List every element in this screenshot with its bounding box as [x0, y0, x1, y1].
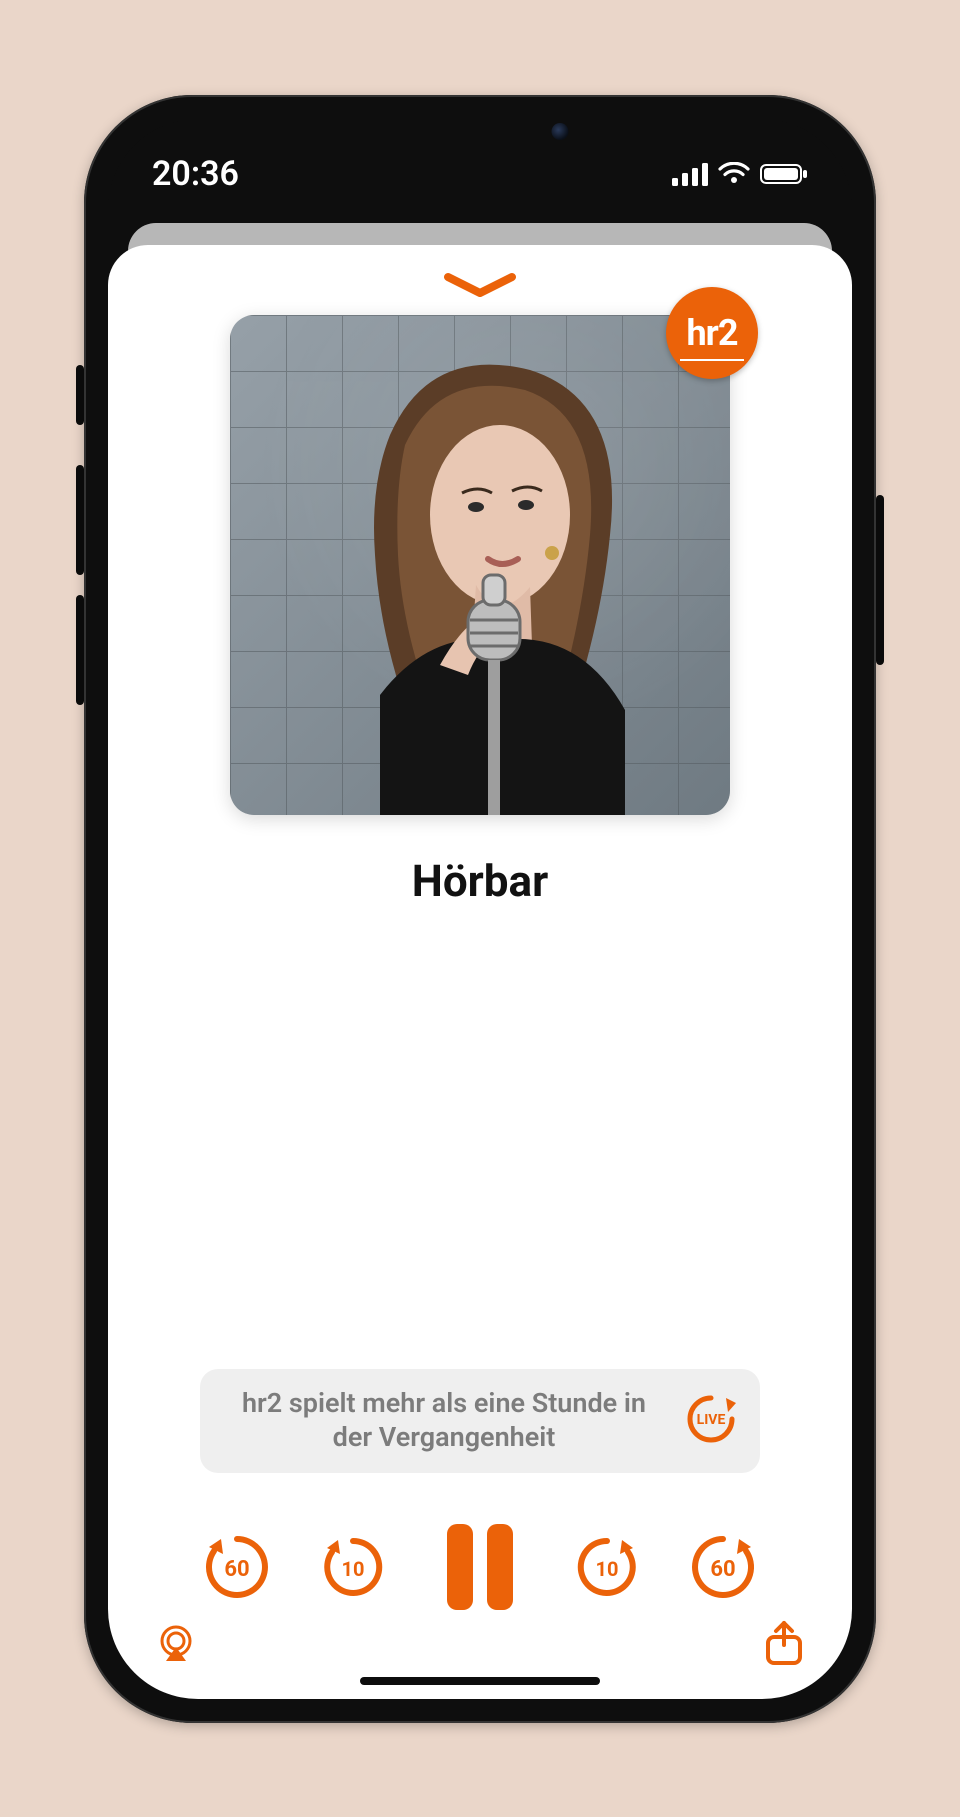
- jump-to-live-icon: LIVE: [682, 1390, 740, 1452]
- svg-text:60: 60: [224, 1557, 249, 1582]
- skip-forward-10-icon: 10: [571, 1531, 643, 1603]
- player-sheet: hr2 Hörbar hr2 spielt mehr als eine Stun…: [108, 245, 852, 1699]
- status-bar: 20:36: [108, 119, 852, 229]
- phone-chassis: 20:36: [84, 95, 876, 1723]
- station-badge[interactable]: hr2: [666, 287, 758, 379]
- playback-offset-banner[interactable]: hr2 spielt mehr als eine Stunde in der V…: [200, 1369, 760, 1473]
- now-playing-title: Hörbar: [412, 855, 548, 907]
- airplay-icon: [154, 1621, 198, 1665]
- skip-back-60-button[interactable]: 60: [198, 1528, 276, 1606]
- status-time: 20:36: [152, 154, 239, 194]
- volume-down-button[interactable]: [76, 595, 84, 705]
- cover-illustration: [230, 315, 730, 815]
- share-icon: [763, 1619, 805, 1667]
- skip-forward-10-button[interactable]: 10: [568, 1528, 646, 1606]
- screen: hr2 Hörbar hr2 spielt mehr als eine Stun…: [108, 229, 852, 1699]
- pause-button[interactable]: [430, 1517, 530, 1617]
- airplay-button[interactable]: [150, 1617, 202, 1669]
- svg-text:10: 10: [342, 1557, 365, 1581]
- phone-bezel: 20:36: [108, 119, 852, 1699]
- home-indicator[interactable]: [360, 1677, 600, 1685]
- svg-text:60: 60: [710, 1557, 735, 1582]
- svg-text:LIVE: LIVE: [697, 1412, 726, 1428]
- transport-controls: 60 10: [198, 1517, 762, 1617]
- playback-offset-text: hr2 spielt mehr als eine Stunde in der V…: [220, 1387, 668, 1455]
- pause-bar-right: [487, 1524, 513, 1610]
- power-button[interactable]: [876, 495, 884, 665]
- skip-forward-60-icon: 60: [685, 1529, 761, 1605]
- svg-text:10: 10: [596, 1557, 619, 1581]
- battery-icon: [760, 162, 808, 186]
- skip-forward-60-button[interactable]: 60: [684, 1528, 762, 1606]
- cover-art-container: hr2: [230, 315, 730, 815]
- cellular-icon: [672, 162, 708, 186]
- skip-back-10-button[interactable]: 10: [314, 1528, 392, 1606]
- mute-switch[interactable]: [76, 365, 84, 425]
- wifi-icon: [718, 162, 750, 186]
- bottom-bar: [140, 1617, 820, 1675]
- skip-back-60-icon: 60: [199, 1529, 275, 1605]
- volume-up-button[interactable]: [76, 465, 84, 575]
- status-icons: [672, 162, 808, 186]
- cover-art: [230, 315, 730, 815]
- pause-bar-left: [447, 1524, 473, 1610]
- skip-back-10-icon: 10: [317, 1531, 389, 1603]
- station-badge-text: hr2: [687, 312, 738, 354]
- share-button[interactable]: [758, 1617, 810, 1669]
- collapse-chevron[interactable]: [435, 263, 525, 309]
- chevron-down-icon: [440, 271, 520, 301]
